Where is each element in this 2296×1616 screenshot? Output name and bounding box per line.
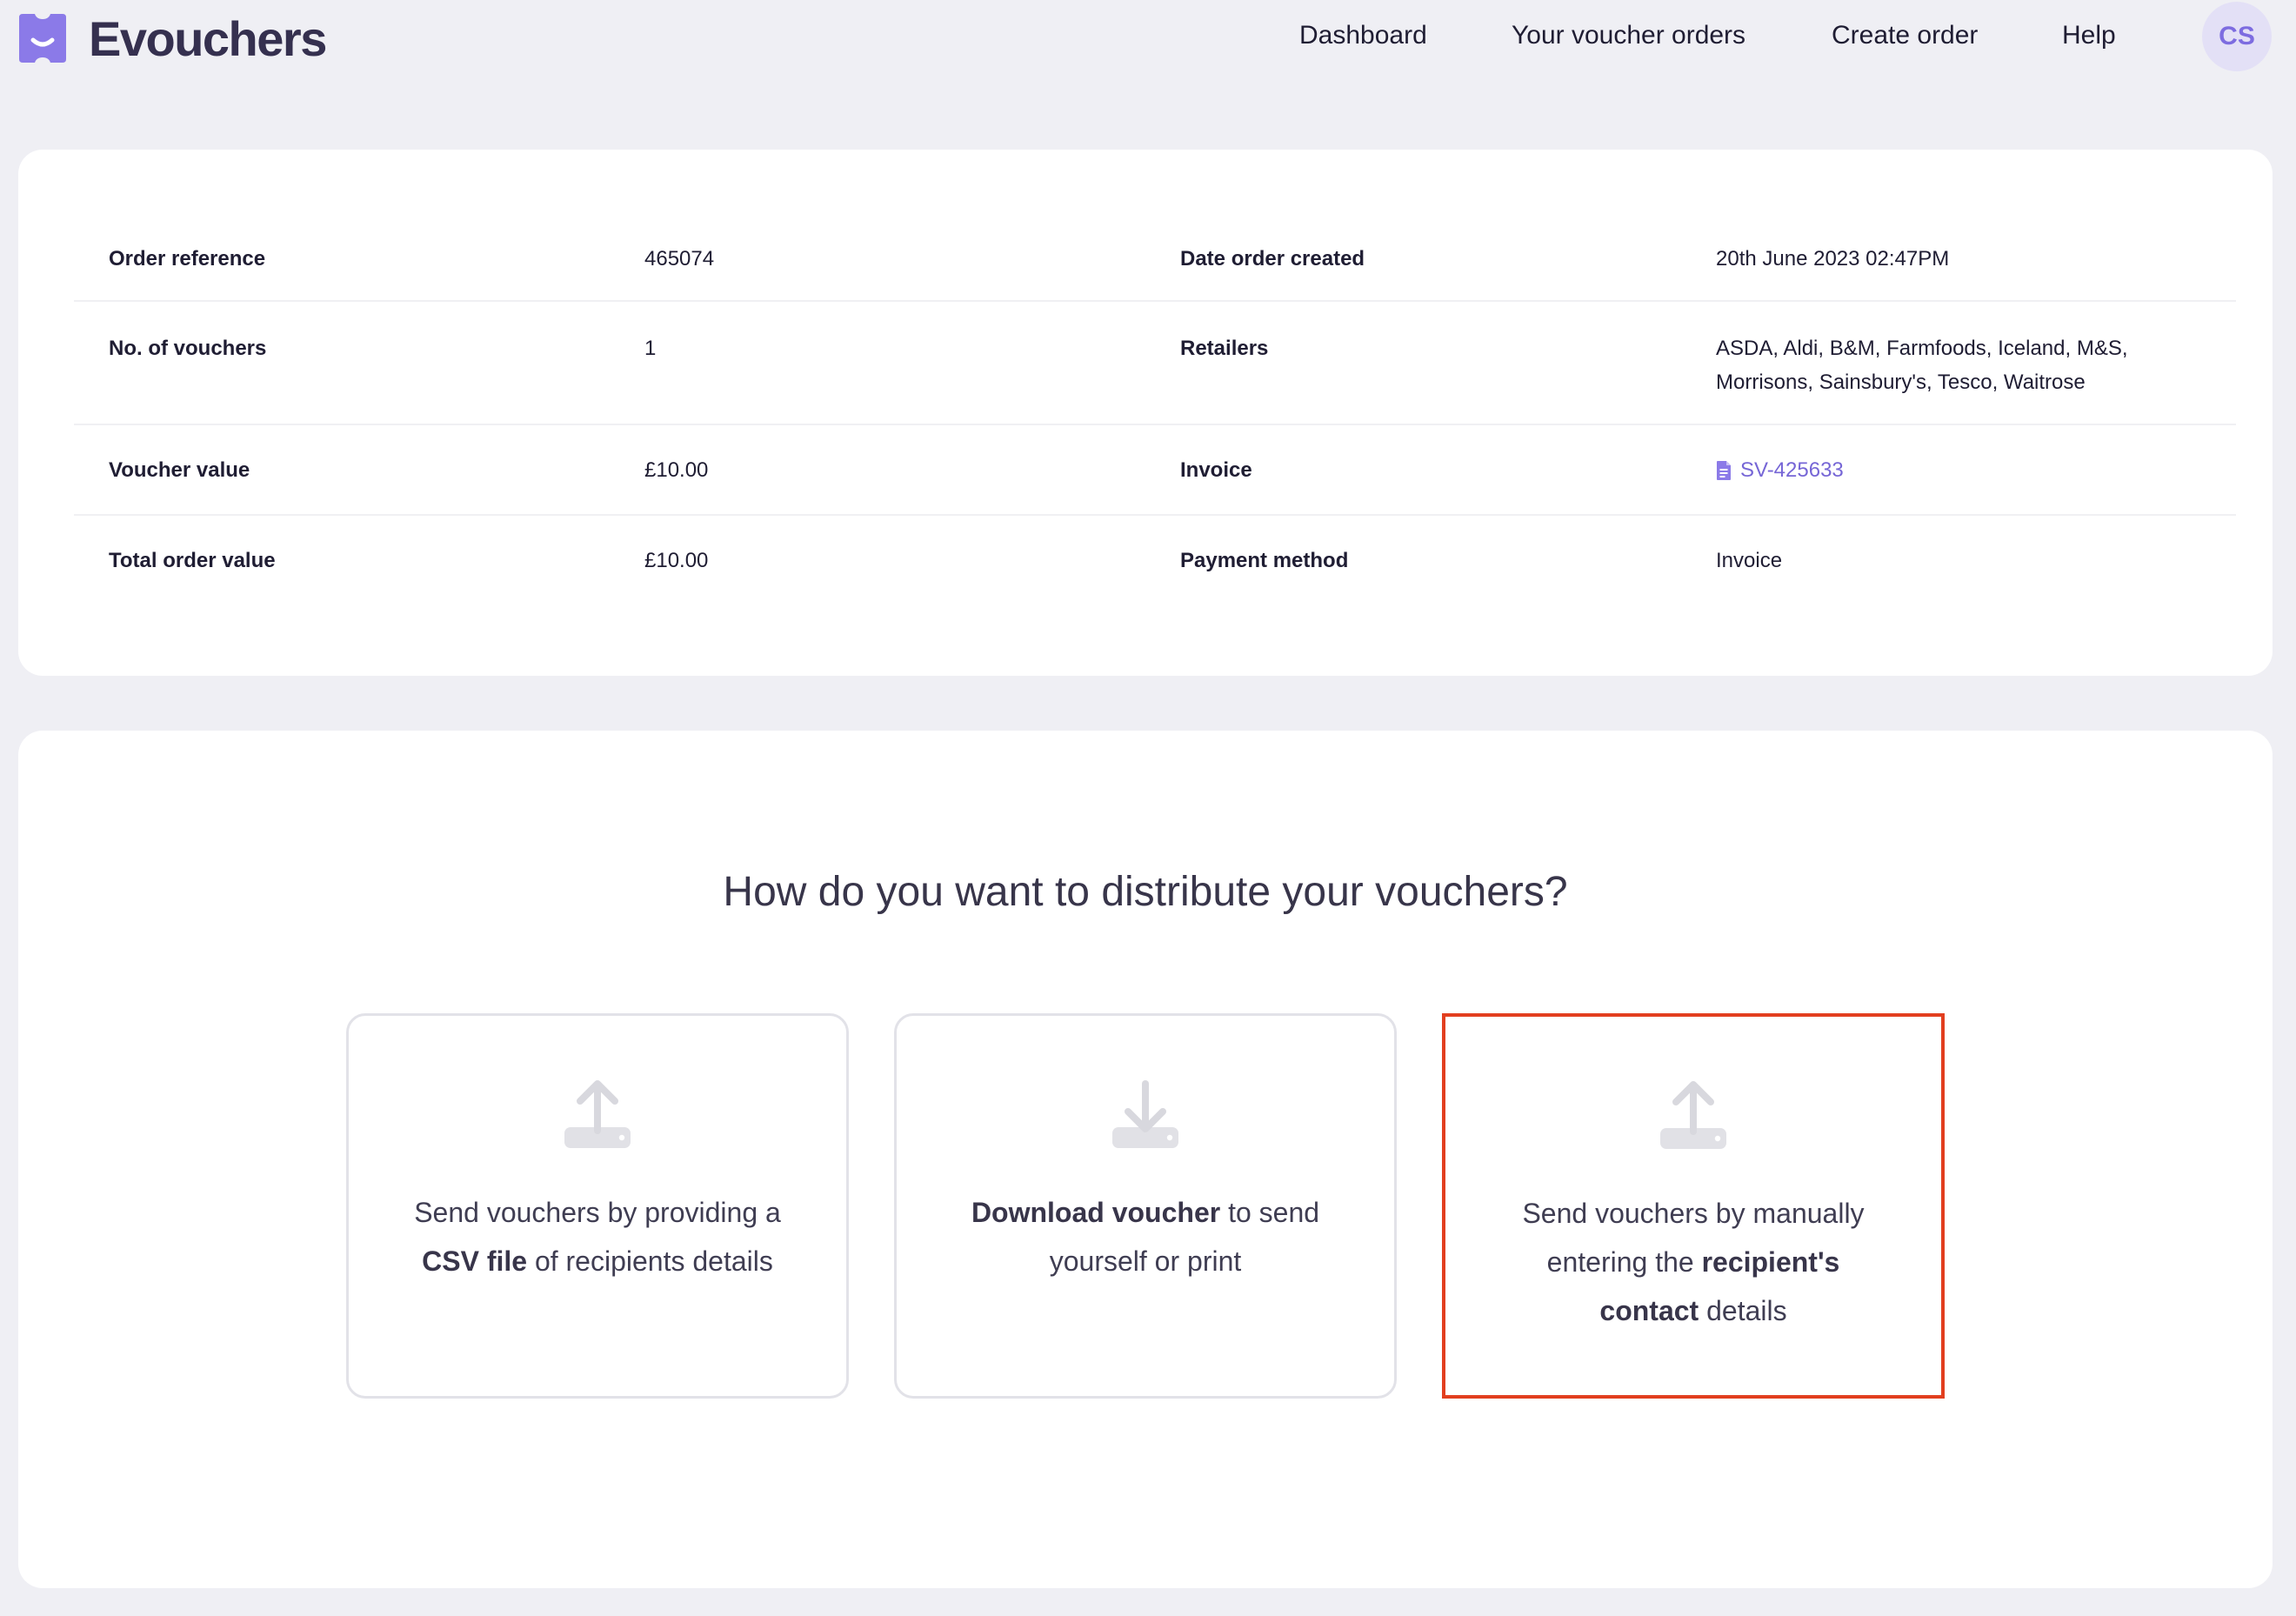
top-navigation: Evouchers Dashboard Your voucher orders … (0, 0, 2296, 75)
total-value-label: Total order value (109, 549, 276, 572)
evouchers-logo-icon (19, 14, 66, 63)
voucher-count-label: No. of vouchers (109, 337, 267, 360)
page: Evouchers Dashboard Your voucher orders … (0, 0, 2296, 1616)
details-row: No. of vouchers 1 Retailers ASDA, Aldi, … (74, 302, 2236, 425)
brand-name: Evouchers (89, 10, 327, 66)
distribution-card: How do you want to distribute your vouch… (18, 731, 2273, 1588)
option-csv-upload[interactable]: Send vouchers by providing a CSV file of… (346, 1013, 849, 1399)
total-value: £10.00 (644, 549, 709, 572)
distribution-title: How do you want to distribute your vouch… (723, 869, 1568, 915)
details-row: Order reference 465074 Date order create… (74, 228, 2236, 302)
upload-icon (564, 1080, 631, 1148)
nav-dashboard[interactable]: Dashboard (1299, 21, 1427, 50)
option-manual-text: Send vouchers by manually entering the r… (1522, 1198, 1865, 1326)
order-details-card: Order reference 465074 Date order create… (18, 150, 2273, 676)
payment-method-label: Payment method (1180, 549, 1349, 572)
retailers-label: Retailers (1180, 337, 1269, 360)
option-download-text: Download voucher to send yourself or pri… (971, 1197, 1320, 1277)
option-download-voucher[interactable]: Download voucher to send yourself or pri… (894, 1013, 1397, 1399)
date-created-label: Date order created (1180, 247, 1365, 270)
invoice-cell: SV-425633 (1716, 453, 2203, 491)
option-csv-text: Send vouchers by providing a CSV file of… (414, 1197, 781, 1277)
voucher-count-value: 1 (644, 337, 657, 360)
voucher-value: £10.00 (644, 458, 709, 482)
retailers-value: ASDA, Aldi, B&M, Farmfoods, Iceland, M&S… (1716, 337, 2128, 394)
download-icon (1112, 1080, 1178, 1148)
voucher-value-label: Voucher value (109, 458, 250, 482)
brand-logo[interactable]: Evouchers (17, 10, 327, 66)
user-avatar[interactable]: CS (2202, 2, 2272, 71)
details-row: Voucher value £10.00 Invoice SV-425633 (74, 425, 2236, 516)
nav-voucher-orders[interactable]: Your voucher orders (1512, 21, 1745, 50)
nav-help[interactable]: Help (2062, 21, 2116, 50)
option-manual-entry[interactable]: Send vouchers by manually entering the r… (1442, 1013, 1945, 1399)
nav-create-order[interactable]: Create order (1832, 21, 1978, 50)
invoice-link[interactable]: SV-425633 (1716, 453, 1844, 487)
payment-method-value: Invoice (1716, 549, 1783, 572)
details-row: Total order value £10.00 Payment method … (74, 516, 2236, 606)
date-created-value: 20th June 2023 02:47PM (1716, 247, 1950, 270)
order-reference-value: 465074 (644, 247, 715, 270)
invoice-label: Invoice (1180, 458, 1252, 482)
upload-icon (1660, 1081, 1726, 1149)
document-icon (1717, 460, 1731, 480)
order-reference-label: Order reference (109, 247, 266, 270)
invoice-number: SV-425633 (1740, 458, 1844, 482)
